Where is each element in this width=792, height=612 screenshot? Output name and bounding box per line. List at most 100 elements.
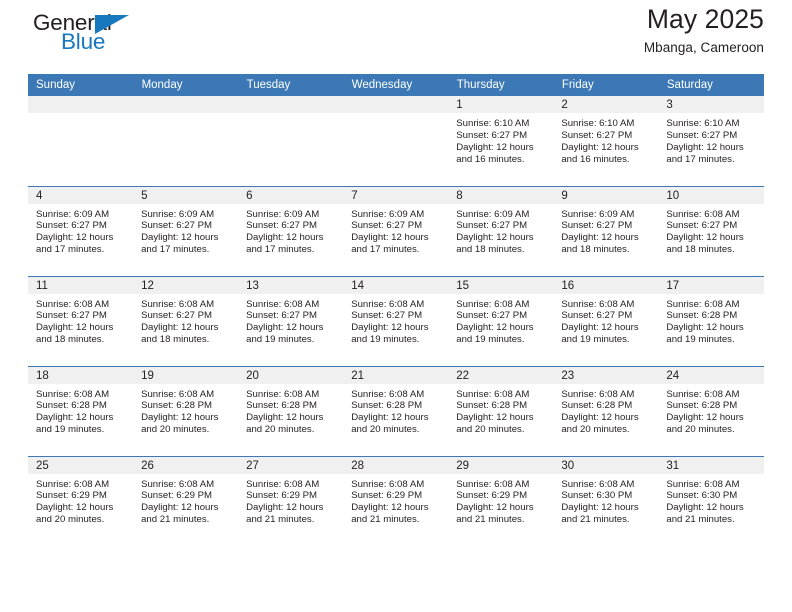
day-number: 22 xyxy=(448,366,554,384)
day-details: Sunrise: 6:08 AM Sunset: 6:30 PM Daylight:… xyxy=(658,474,763,527)
sunrise-time: Sunrise: 6:09 AM xyxy=(141,208,215,220)
calendar-table: Sunday Monday Tuesday Wednesday Thursday… xyxy=(28,74,765,546)
daylight-duration: Daylight: 12 hours and 17 minutes. xyxy=(36,232,114,256)
day-details: Sunrise: 6:08 AM Sunset: 6:28 PM Daylight:… xyxy=(658,294,763,347)
day-details: Sunrise: 6:09 AM Sunset: 6:27 PM Daylight:… xyxy=(238,204,343,257)
day-number: 12 xyxy=(133,276,239,294)
day-number: 11 xyxy=(28,276,134,294)
calendar-day-cell[interactable]: 25 Sunrise: 6:08 AM Sunset: 6:29 PM Dayligh… xyxy=(28,455,134,546)
day-details: Sunrise: 6:08 AM Sunset: 6:28 PM Daylight:… xyxy=(343,384,448,437)
weekday-header-wednesday: Wednesday xyxy=(343,74,449,96)
calendar-day-cell[interactable]: 12 Sunrise: 6:08 AM Sunset: 6:27 PM Dayligh… xyxy=(133,275,239,366)
daylight-duration: Daylight: 12 hours and 20 minutes. xyxy=(36,502,114,526)
day-number: 9 xyxy=(553,186,659,204)
sunset-time: Sunset: 6:28 PM xyxy=(141,400,212,412)
daylight-duration: Daylight: 12 hours and 18 minutes. xyxy=(666,232,744,256)
calendar-day-cell[interactable]: 19 Sunrise: 6:08 AM Sunset: 6:28 PM Dayligh… xyxy=(133,365,239,456)
calendar-day-cell[interactable]: 2 Sunrise: 6:10 AM Sunset: 6:27 PM Daylight… xyxy=(553,96,659,186)
calendar-day-cell[interactable]: 27 Sunrise: 6:08 AM Sunset: 6:29 PM Dayligh… xyxy=(238,455,344,546)
sunrise-time: Sunrise: 6:10 AM xyxy=(561,118,635,129)
sunrise-time: Sunrise: 6:08 AM xyxy=(246,478,320,490)
day-details: Sunrise: 6:08 AM Sunset: 6:29 PM Daylight:… xyxy=(448,474,553,527)
calendar-cell-empty xyxy=(28,96,134,186)
day-details: Sunrise: 6:08 AM Sunset: 6:27 PM Daylight:… xyxy=(28,294,133,347)
sunrise-time: Sunrise: 6:08 AM xyxy=(36,388,110,400)
weekday-header-saturday: Saturday xyxy=(658,74,765,96)
calendar-day-cell[interactable]: 16 Sunrise: 6:08 AM Sunset: 6:27 PM Dayligh… xyxy=(553,275,659,366)
general-blue-logo[interactable]: General Blue xyxy=(28,10,148,62)
day-number: 5 xyxy=(133,186,239,204)
sunset-time: Sunset: 6:30 PM xyxy=(666,490,738,502)
calendar-day-cell[interactable]: 3 Sunrise: 6:10 AM Sunset: 6:27 PM Daylight… xyxy=(658,96,764,186)
calendar-day-cell[interactable]: 30 Sunrise: 6:08 AM Sunset: 6:30 PM Dayligh… xyxy=(553,455,659,546)
calendar-day-cell[interactable]: 17 Sunrise: 6:08 AM Sunset: 6:28 PM Dayligh… xyxy=(658,275,764,366)
day-number: 21 xyxy=(343,366,449,384)
page-header: General Blue May 2025 Mbanga, Cameroon xyxy=(28,0,764,74)
sunrise-time: Sunrise: 6:08 AM xyxy=(36,478,110,490)
calendar-day-cell[interactable]: 28 Sunrise: 6:08 AM Sunset: 6:29 PM Dayligh… xyxy=(343,455,449,546)
sunrise-time: Sunrise: 6:09 AM xyxy=(36,208,110,220)
calendar-day-cell[interactable]: 7 Sunrise: 6:09 AM Sunset: 6:27 PM Daylight… xyxy=(343,185,449,276)
calendar-day-cell[interactable]: 13 Sunrise: 6:08 AM Sunset: 6:27 PM Dayligh… xyxy=(238,275,344,366)
calendar-day-cell[interactable]: 21 Sunrise: 6:08 AM Sunset: 6:28 PM Dayligh… xyxy=(343,365,449,456)
calendar-day-cell[interactable]: 14 Sunrise: 6:08 AM Sunset: 6:27 PM Dayligh… xyxy=(343,275,449,366)
day-number: 6 xyxy=(238,186,344,204)
day-number xyxy=(343,96,449,113)
calendar-day-cell[interactable]: 22 Sunrise: 6:08 AM Sunset: 6:28 PM Dayligh… xyxy=(448,365,554,456)
sunset-time: Sunset: 6:29 PM xyxy=(36,490,107,502)
day-number: 16 xyxy=(553,276,659,294)
sunrise-time: Sunrise: 6:08 AM xyxy=(456,388,530,400)
daylight-duration: Daylight: 12 hours and 16 minutes. xyxy=(561,141,639,165)
day-number: 2 xyxy=(553,96,659,113)
calendar-day-cell[interactable]: 9 Sunrise: 6:09 AM Sunset: 6:27 PM Daylight… xyxy=(553,185,659,276)
day-details: Sunrise: 6:08 AM Sunset: 6:27 PM Daylight:… xyxy=(553,294,658,347)
calendar-day-cell[interactable]: 29 Sunrise: 6:08 AM Sunset: 6:29 PM Dayligh… xyxy=(448,455,554,546)
sunrise-time: Sunrise: 6:08 AM xyxy=(141,298,215,310)
day-details: Sunrise: 6:08 AM Sunset: 6:30 PM Daylight:… xyxy=(553,474,658,527)
title-block: May 2025 Mbanga, Cameroon xyxy=(644,0,764,55)
daylight-duration: Daylight: 12 hours and 20 minutes. xyxy=(246,412,324,436)
calendar-day-cell[interactable]: 18 Sunrise: 6:08 AM Sunset: 6:28 PM Dayligh… xyxy=(28,365,134,456)
calendar-day-cell[interactable]: 26 Sunrise: 6:08 AM Sunset: 6:29 PM Dayligh… xyxy=(133,455,239,546)
day-number: 7 xyxy=(343,186,449,204)
weekday-header-tuesday: Tuesday xyxy=(238,74,344,96)
sunset-time: Sunset: 6:29 PM xyxy=(351,490,423,502)
calendar-day-cell[interactable]: 20 Sunrise: 6:08 AM Sunset: 6:28 PM Dayligh… xyxy=(238,365,344,456)
day-number: 26 xyxy=(133,456,239,474)
calendar-day-cell[interactable]: 5 Sunrise: 6:09 AM Sunset: 6:27 PM Daylight… xyxy=(133,185,239,276)
calendar-cell-empty xyxy=(238,96,344,186)
daylight-duration: Daylight: 12 hours and 19 minutes. xyxy=(351,322,429,346)
day-number: 31 xyxy=(658,456,764,474)
day-number: 14 xyxy=(343,276,449,294)
day-details: Sunrise: 6:09 AM Sunset: 6:27 PM Daylight:… xyxy=(28,204,133,257)
daylight-duration: Daylight: 12 hours and 17 minutes. xyxy=(141,232,219,256)
daylight-duration: Daylight: 12 hours and 19 minutes. xyxy=(456,322,534,346)
calendar-day-cell[interactable]: 24 Sunrise: 6:08 AM Sunset: 6:28 PM Dayligh… xyxy=(658,365,764,456)
day-number: 19 xyxy=(133,366,239,384)
calendar-day-cell[interactable]: 15 Sunrise: 6:08 AM Sunset: 6:27 PM Dayligh… xyxy=(448,275,554,366)
calendar-day-cell[interactable]: 11 Sunrise: 6:08 AM Sunset: 6:27 PM Dayligh… xyxy=(28,275,134,366)
calendar-day-cell[interactable]: 31 Sunrise: 6:08 AM Sunset: 6:30 PM Dayligh… xyxy=(658,455,764,546)
day-details: Sunrise: 6:08 AM Sunset: 6:28 PM Daylight:… xyxy=(658,384,763,437)
sunset-time: Sunset: 6:27 PM xyxy=(36,310,107,322)
daylight-duration: Daylight: 12 hours and 20 minutes. xyxy=(351,412,429,436)
calendar-day-cell[interactable]: 10 Sunrise: 6:08 AM Sunset: 6:27 PM Dayligh… xyxy=(658,185,764,276)
calendar-week-row: 25 Sunrise: 6:08 AM Sunset: 6:29 PM Dayligh… xyxy=(28,455,764,546)
calendar-cell-empty xyxy=(343,96,449,186)
calendar-day-cell[interactable]: 23 Sunrise: 6:08 AM Sunset: 6:28 PM Dayligh… xyxy=(553,365,659,456)
calendar-day-cell[interactable]: 8 Sunrise: 6:09 AM Sunset: 6:27 PM Daylight… xyxy=(448,185,554,276)
sunset-time: Sunset: 6:27 PM xyxy=(351,310,423,322)
calendar-day-cell[interactable]: 6 Sunrise: 6:09 AM Sunset: 6:27 PM Daylight… xyxy=(238,185,344,276)
sunset-time: Sunset: 6:30 PM xyxy=(561,490,633,502)
day-number: 17 xyxy=(658,276,764,294)
calendar-day-cell[interactable]: 1 Sunrise: 6:10 AM Sunset: 6:27 PM Daylight… xyxy=(448,96,554,186)
sunset-time: Sunset: 6:27 PM xyxy=(456,220,528,232)
sunrise-time: Sunrise: 6:08 AM xyxy=(351,388,425,400)
weekday-header-monday: Monday xyxy=(133,74,239,96)
sunrise-time: Sunrise: 6:09 AM xyxy=(456,208,530,220)
calendar-week-row: 4 Sunrise: 6:09 AM Sunset: 6:27 PM Daylight… xyxy=(28,185,764,276)
day-details: Sunrise: 6:10 AM Sunset: 6:27 PM Daylight:… xyxy=(448,113,553,166)
calendar-day-cell[interactable]: 4 Sunrise: 6:09 AM Sunset: 6:27 PM Daylight… xyxy=(28,185,134,276)
calendar-week-row: 11 Sunrise: 6:08 AM Sunset: 6:27 PM Dayligh… xyxy=(28,275,764,366)
day-number: 24 xyxy=(658,366,764,384)
